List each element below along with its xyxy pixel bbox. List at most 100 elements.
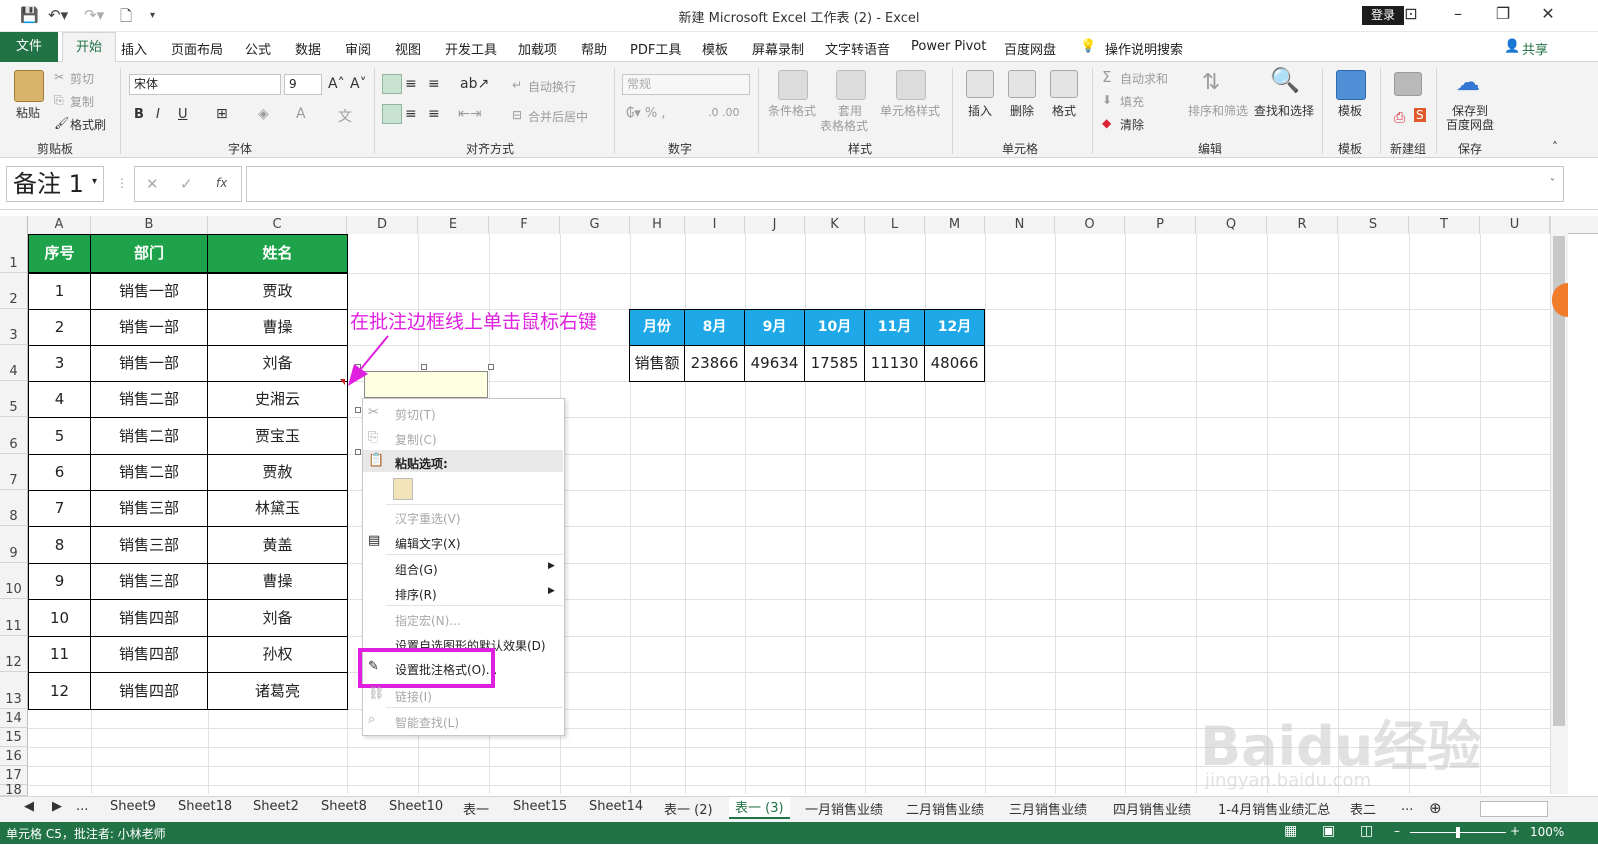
next-sheet-icon[interactable]: ▶ bbox=[52, 799, 62, 814]
menu-item-order[interactable]: 排序(R) bbox=[395, 586, 437, 603]
table-cell[interactable]: 销售四部 bbox=[90, 599, 208, 637]
format-as-table-icon[interactable] bbox=[836, 70, 866, 100]
tab-formulas[interactable]: 公式 bbox=[245, 39, 271, 58]
sheet-tab[interactable]: Sheet8 bbox=[321, 799, 367, 814]
sheet-tab[interactable]: 表二 bbox=[1350, 799, 1376, 818]
row-header[interactable]: 14 bbox=[0, 709, 28, 728]
indent-icon[interactable]: ⇤⇥ bbox=[458, 106, 481, 122]
page-break-icon[interactable]: ◫ bbox=[1360, 823, 1373, 839]
copy-button[interactable]: 复制 bbox=[70, 93, 94, 110]
tab-developer[interactable]: 开发工具 bbox=[445, 39, 497, 58]
format-as-table-button-line2[interactable]: 表格格式 bbox=[820, 117, 868, 134]
table2-header-cell[interactable]: 8月 bbox=[684, 309, 745, 346]
table-cell[interactable]: 11 bbox=[28, 636, 91, 673]
row-header[interactable]: 16 bbox=[0, 747, 28, 766]
column-header[interactable]: Q bbox=[1196, 216, 1267, 234]
s-icon[interactable]: S bbox=[1414, 108, 1426, 122]
tab-addins[interactable]: 加载项 bbox=[518, 39, 557, 58]
pdf-icon[interactable]: ⎙ bbox=[1394, 110, 1405, 126]
fill-button[interactable]: 填充 bbox=[1120, 93, 1144, 110]
table-cell[interactable]: 销售一部 bbox=[90, 309, 208, 346]
column-header[interactable]: U bbox=[1480, 216, 1550, 234]
table-cell[interactable]: 6 bbox=[28, 454, 91, 491]
cut-button[interactable]: 剪切 bbox=[70, 70, 94, 87]
conditional-format-button[interactable]: 条件格式 bbox=[768, 102, 816, 119]
expand-formula-icon[interactable]: ˅ bbox=[1550, 178, 1555, 189]
delete-cells-icon[interactable] bbox=[1008, 70, 1036, 98]
row-header[interactable]: 4 bbox=[0, 345, 28, 381]
camera-icon[interactable] bbox=[1394, 72, 1422, 96]
clear-button[interactable]: 清除 bbox=[1120, 116, 1144, 133]
paste-option-icon[interactable] bbox=[393, 478, 413, 500]
italic-button[interactable]: I bbox=[156, 107, 160, 122]
table2-header-cell[interactable]: 10月 bbox=[804, 309, 865, 346]
zoom-out-icon[interactable]: – bbox=[1394, 824, 1400, 838]
column-header[interactable]: S bbox=[1338, 216, 1409, 234]
eraser-icon[interactable]: ◆ bbox=[1102, 116, 1111, 130]
insert-cells-icon[interactable] bbox=[966, 70, 994, 98]
tab-file[interactable]: 文件 bbox=[0, 32, 58, 62]
sheet-tab[interactable]: 1-4月销售业绩汇总 bbox=[1218, 799, 1330, 818]
table-cell[interactable]: 销售三部 bbox=[90, 526, 208, 564]
copy-icon[interactable]: ⎘ bbox=[54, 93, 64, 108]
template-icon[interactable] bbox=[1336, 70, 1366, 100]
wrap-text-icon[interactable]: ↵ bbox=[512, 78, 522, 92]
menu-item-group[interactable]: 组合(G) bbox=[395, 561, 438, 578]
font-color-icon[interactable]: A bbox=[296, 106, 306, 122]
tell-me-search[interactable]: 操作说明搜索 bbox=[1105, 39, 1183, 58]
table-cell[interactable]: 销售四部 bbox=[90, 672, 208, 710]
phonetic-icon[interactable]: 文 bbox=[338, 106, 352, 126]
sheet-tab[interactable]: 三月销售业绩 bbox=[1009, 799, 1087, 818]
font-name-combo[interactable]: 宋体 bbox=[129, 74, 281, 95]
column-header[interactable]: A bbox=[28, 216, 91, 234]
minimize-icon[interactable]: – bbox=[1443, 4, 1473, 23]
table-cell[interactable]: 销售四部 bbox=[90, 636, 208, 673]
column-header[interactable]: F bbox=[489, 216, 560, 234]
underline-button[interactable]: U bbox=[178, 107, 188, 122]
find-select-button[interactable]: 查找和选择 bbox=[1254, 102, 1314, 119]
font-size-combo[interactable]: 9 bbox=[284, 74, 322, 95]
collapse-ribbon-icon[interactable]: ˄ bbox=[1552, 140, 1558, 154]
menu-item-cut[interactable]: 剪切(T) bbox=[395, 406, 436, 423]
borders-icon[interactable]: ⊞ bbox=[216, 106, 228, 122]
orientation-icon[interactable]: ab↗ bbox=[460, 76, 489, 92]
decimal-icon[interactable]: .0 .00 bbox=[708, 106, 740, 119]
column-header[interactable]: N bbox=[985, 216, 1055, 234]
table2-header-cell[interactable]: 12月 bbox=[924, 309, 985, 346]
column-header[interactable]: J bbox=[745, 216, 805, 234]
sheet-tab[interactable]: 表一 bbox=[463, 799, 489, 818]
table-cell[interactable]: 林黛玉 bbox=[207, 490, 348, 527]
row-header[interactable]: 5 bbox=[0, 381, 28, 417]
fill-color-icon[interactable]: ◈ bbox=[258, 106, 269, 122]
resize-handle[interactable] bbox=[355, 407, 361, 413]
format-painter-button[interactable]: 格式刷 bbox=[70, 116, 106, 133]
paste-button[interactable]: 粘贴 bbox=[16, 104, 40, 121]
template-button[interactable]: 模板 bbox=[1338, 102, 1362, 119]
table-cell[interactable]: 史湘云 bbox=[207, 381, 348, 418]
autosum-button[interactable]: 自动求和 bbox=[1120, 70, 1168, 87]
column-header[interactable]: O bbox=[1055, 216, 1125, 234]
sheet-tab[interactable]: 一月销售业绩 bbox=[805, 799, 883, 818]
menu-item-reconvert[interactable]: 汉字重选(V) bbox=[395, 510, 461, 527]
normal-view-icon[interactable]: ▦ bbox=[1284, 823, 1297, 839]
table-cell[interactable]: 诸葛亮 bbox=[207, 672, 348, 710]
merge-icon[interactable]: ⊟ bbox=[512, 108, 522, 122]
column-header[interactable]: I bbox=[685, 216, 745, 234]
table2-cell[interactable]: 49634 bbox=[744, 345, 805, 382]
autosum-icon[interactable]: Σ bbox=[1102, 68, 1111, 86]
column-header[interactable]: K bbox=[805, 216, 865, 234]
align-top-icon[interactable] bbox=[382, 74, 402, 94]
column-header[interactable]: T bbox=[1409, 216, 1480, 234]
grow-font-icon[interactable]: A˄ bbox=[328, 76, 345, 92]
zoom-in-icon[interactable]: + bbox=[1510, 824, 1520, 838]
sheet-tab[interactable]: Sheet9 bbox=[110, 799, 156, 814]
formula-input[interactable] bbox=[246, 166, 1564, 202]
shrink-font-icon[interactable]: A˅ bbox=[350, 76, 367, 92]
table-cell[interactable]: 2 bbox=[28, 309, 91, 346]
table-cell[interactable]: 销售二部 bbox=[90, 454, 208, 491]
ribbon-display-icon[interactable]: ⊡ bbox=[1396, 4, 1426, 23]
table-cell[interactable]: 销售一部 bbox=[90, 345, 208, 382]
table-cell[interactable]: 10 bbox=[28, 599, 91, 637]
table-cell[interactable]: 黄盖 bbox=[207, 526, 348, 564]
table-cell[interactable]: 刘备 bbox=[207, 599, 348, 637]
